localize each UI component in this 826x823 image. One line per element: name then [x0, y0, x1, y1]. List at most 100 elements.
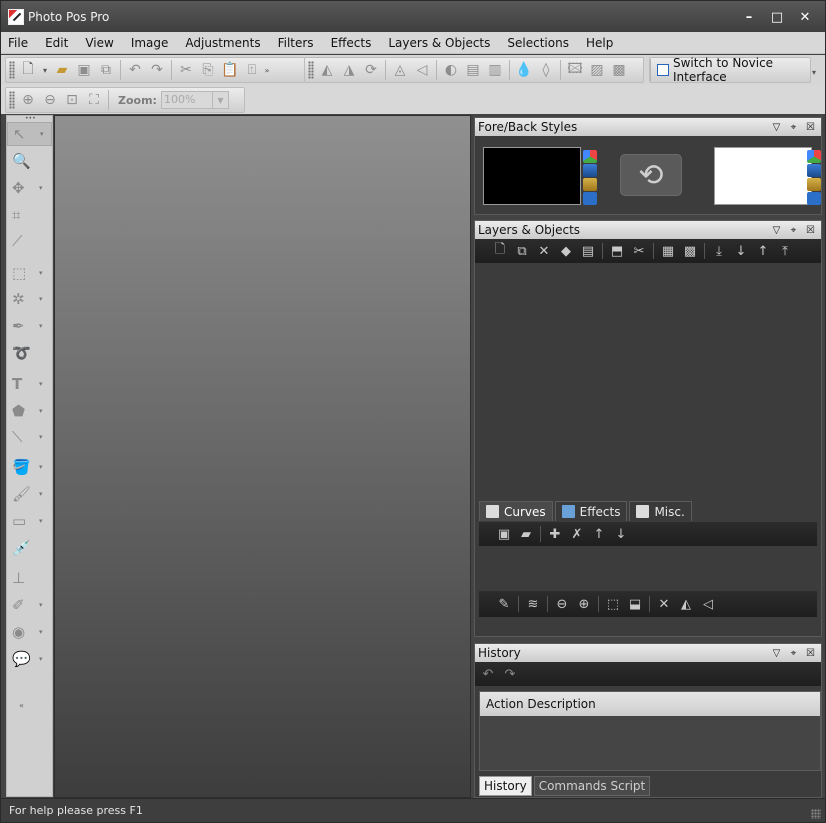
contrast-icon[interactable]: ◐: [440, 59, 462, 81]
mirror-icon[interactable]: ◬: [389, 59, 411, 81]
align-icon[interactable]: ⊖: [551, 594, 573, 614]
image-adjust-icon[interactable]: ▨: [586, 59, 608, 81]
menu-edit[interactable]: Edit: [38, 32, 78, 54]
new-layer-icon[interactable]: 🗋: [489, 241, 511, 261]
history-undo-icon[interactable]: ↶: [477, 664, 499, 684]
panel-menu-icon[interactable]: ▽: [768, 645, 785, 661]
swap-colors-icon[interactable]: ⟲: [620, 154, 682, 196]
pin-icon[interactable]: ⌖: [785, 645, 802, 661]
channels-icon[interactable]: ▥: [484, 59, 506, 81]
background-color-swatch[interactable]: [714, 147, 812, 205]
straighten-tool-icon[interactable]: ⟋: [7, 229, 52, 253]
speech-tool-icon[interactable]: 💬 ▾: [7, 647, 52, 671]
image-icon[interactable]: 🖾: [564, 59, 586, 81]
texture-icon[interactable]: [583, 178, 597, 191]
menu-layers-objects[interactable]: Layers & Objects: [381, 32, 500, 54]
landscape-icon[interactable]: ▩: [608, 59, 630, 81]
menu-effects[interactable]: Effects: [324, 32, 382, 54]
panel-menu-icon[interactable]: ▽: [768, 222, 785, 238]
color-picker-icon[interactable]: [583, 150, 597, 163]
red-eye-tool-icon[interactable]: ◉ ▾: [7, 620, 52, 644]
brush-tool-icon[interactable]: 🖌 ▾: [7, 482, 52, 506]
close-icon[interactable]: ☒: [802, 222, 819, 238]
deselect-object-icon[interactable]: ⬓: [624, 594, 646, 614]
cut-icon[interactable]: ✂: [175, 59, 197, 81]
menu-view[interactable]: View: [78, 32, 123, 54]
move-up-icon[interactable]: ↑: [752, 241, 774, 261]
close-button[interactable]: ✕: [791, 7, 819, 27]
close-icon[interactable]: ☒: [802, 645, 819, 661]
menu-file[interactable]: File: [1, 32, 38, 54]
eraser-tool-icon[interactable]: ▭ ▾: [7, 509, 52, 533]
fit-window-icon[interactable]: ⛶: [83, 89, 105, 111]
tab-commands-script[interactable]: Commands Script: [533, 776, 651, 796]
menu-image[interactable]: Image: [124, 32, 179, 54]
copy-icon[interactable]: ⎘: [197, 59, 219, 81]
menu-selections[interactable]: Selections: [500, 32, 579, 54]
cut-layer-icon[interactable]: ✂: [628, 241, 650, 261]
rotate-icon[interactable]: ⟳: [360, 59, 382, 81]
remove-curve-icon[interactable]: ✗: [566, 524, 588, 544]
texture-icon[interactable]: [807, 178, 821, 191]
tab-misc[interactable]: Misc.: [629, 501, 692, 521]
layer-properties-icon[interactable]: ◆: [555, 241, 577, 261]
gradient-icon[interactable]: [807, 164, 821, 177]
move-bottom-icon[interactable]: ⤓: [708, 241, 730, 261]
undo-icon[interactable]: ↶: [124, 59, 146, 81]
fill-tool-icon[interactable]: 🪣 ▾: [7, 455, 52, 479]
pin-icon[interactable]: ⌖: [785, 119, 802, 135]
flip-object-icon[interactable]: ◭: [675, 594, 697, 614]
paste-icon[interactable]: 📋: [219, 59, 241, 81]
menu-adjustments[interactable]: Adjustments: [178, 32, 270, 54]
actual-size-icon[interactable]: ⊡: [61, 89, 83, 111]
color-picker-icon[interactable]: [807, 150, 821, 163]
move-down-icon[interactable]: ↓: [730, 241, 752, 261]
delete-layer-icon[interactable]: ✕: [533, 241, 555, 261]
panel-menu-icon[interactable]: ▽: [768, 119, 785, 135]
minimize-button[interactable]: –: [735, 7, 763, 27]
pin-icon[interactable]: ⌖: [785, 222, 802, 238]
history-redo-icon[interactable]: ↷: [499, 664, 521, 684]
rotate-object-icon[interactable]: ◁: [697, 594, 719, 614]
crop-tool-icon[interactable]: ⌗: [7, 203, 52, 227]
arrange-icon[interactable]: ⊕: [573, 594, 595, 614]
menu-filters[interactable]: Filters: [271, 32, 324, 54]
add-curve-icon[interactable]: ✚: [544, 524, 566, 544]
canvas-area[interactable]: [54, 115, 471, 798]
save-curve-icon[interactable]: ▣: [493, 524, 515, 544]
paste-special-icon[interactable]: ⍐: [241, 59, 263, 81]
line-tool-icon[interactable]: ⟍ ▾: [7, 425, 52, 449]
overflow-chevron-icon[interactable]: »: [263, 59, 271, 81]
dropdown-arrow-icon[interactable]: [807, 192, 821, 205]
close-icon[interactable]: ☒: [802, 119, 819, 135]
save-all-icon[interactable]: ⧉: [95, 59, 117, 81]
tab-curves[interactable]: Curves: [479, 501, 553, 521]
history-list[interactable]: Action Description: [479, 691, 821, 771]
stamp-tool-icon[interactable]: ⊥: [7, 566, 52, 590]
resize-grip-icon[interactable]: [811, 809, 821, 819]
smudge-tool-icon[interactable]: ✐ ▾: [7, 593, 52, 617]
curve-up-icon[interactable]: ↑: [588, 524, 610, 544]
dropdown-arrow-icon[interactable]: [583, 192, 597, 205]
drop-icon[interactable]: 💧: [513, 59, 535, 81]
novice-interface-button[interactable]: Switch to Novice Interface: [650, 56, 810, 84]
shape-tool-icon[interactable]: ⬟ ▾: [7, 399, 52, 423]
save-icon[interactable]: ▣: [73, 59, 95, 81]
zoom-in-icon[interactable]: ⊕: [17, 89, 39, 111]
tab-effects[interactable]: Effects: [554, 501, 628, 521]
load-curve-icon[interactable]: ▰: [515, 524, 537, 544]
tab-history[interactable]: History: [479, 776, 532, 796]
panel-grip-icon[interactable]: •••: [7, 115, 52, 122]
add-object-icon[interactable]: ▤: [577, 241, 599, 261]
toolbar-grip[interactable]: [9, 91, 15, 109]
zoom-dropdown-icon[interactable]: ▼: [212, 91, 229, 109]
group-icon[interactable]: ▦: [657, 241, 679, 261]
eyedropper-tool-icon[interactable]: 💉: [7, 536, 52, 560]
move-top-icon[interactable]: ⤒: [774, 241, 796, 261]
zoom-input[interactable]: 100%: [160, 91, 213, 109]
triangle-left-icon[interactable]: ◁: [411, 59, 433, 81]
chevron-down-icon[interactable]: ▾: [39, 59, 51, 81]
collapse-panel-icon[interactable]: «: [7, 700, 52, 710]
pointer-tool-icon[interactable]: ↖ ▾: [7, 122, 52, 146]
merge-icon[interactable]: ⬒: [606, 241, 628, 261]
